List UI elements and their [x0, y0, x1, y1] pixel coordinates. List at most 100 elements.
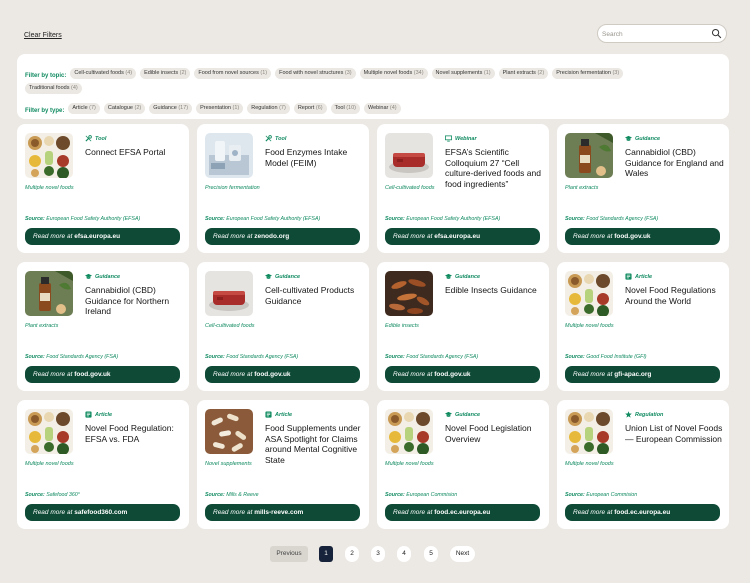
- topic-filter-chip[interactable]: Precision fermentation (3): [552, 68, 624, 79]
- search-icon[interactable]: [711, 28, 722, 39]
- card-title[interactable]: Novel Food Regulation: EFSA vs. FDA: [85, 423, 185, 444]
- card-title[interactable]: Edible Insects Guidance: [445, 285, 545, 296]
- card-topic: Cell-cultivated foods: [385, 185, 435, 191]
- card-type: Article: [625, 273, 652, 280]
- card-title[interactable]: Novel Food Legislation Overview: [445, 423, 545, 444]
- read-more-button[interactable]: Read more at gfi-apac.org: [565, 366, 720, 383]
- read-more-button[interactable]: Read more at food.gov.uk: [385, 366, 540, 383]
- read-more-domain: food.gov.uk: [614, 233, 651, 240]
- card-type-label: Guidance: [455, 411, 481, 418]
- chip-count: (17): [178, 105, 189, 111]
- card-type: Guidance: [265, 273, 300, 280]
- read-more-label: Read more at: [213, 233, 253, 240]
- page-1-button[interactable]: 1: [319, 546, 333, 562]
- card-topic: Multiple novel foods: [385, 461, 434, 467]
- type-filter-chip[interactable]: Webinar (4): [364, 103, 401, 114]
- chip-count: (7): [279, 105, 286, 111]
- type-filter-chip[interactable]: Guidance (17): [149, 103, 193, 114]
- read-more-button[interactable]: Read more at mills-reeve.com: [205, 504, 360, 521]
- card-thumbnail: [565, 271, 613, 316]
- read-more-button[interactable]: Read more at food.gov.uk: [565, 228, 720, 245]
- card-title[interactable]: Food Enzymes Intake Model (FEIM): [265, 147, 365, 168]
- article-icon: [625, 273, 632, 280]
- tool-icon: [265, 135, 272, 142]
- page-3-button[interactable]: 3: [371, 546, 385, 562]
- read-more-domain: food.ec.europa.eu: [614, 509, 671, 516]
- card-type-label: Guidance: [95, 273, 121, 280]
- type-filter-chip[interactable]: Report (6): [293, 103, 327, 114]
- read-more-button[interactable]: Read more at efsa.europa.eu: [385, 228, 540, 245]
- source-label: Source:: [205, 354, 225, 360]
- card-type-label: Webinar: [455, 135, 477, 142]
- card-title[interactable]: EFSA’s Scientific Colloquium 27 “Cell cu…: [445, 147, 545, 189]
- card-topic: Multiple novel foods: [565, 461, 614, 467]
- source-name: Mills & Reeve: [226, 492, 259, 498]
- type-filter-chip[interactable]: Article (7): [68, 103, 100, 114]
- source-label: Source:: [385, 216, 405, 222]
- tool-icon: [85, 135, 92, 142]
- cap-icon: [445, 273, 452, 280]
- card-type: Guidance: [85, 273, 120, 280]
- card-title[interactable]: Food Supplements under ASA Spotlight for…: [265, 423, 365, 465]
- card-topic: Plant extracts: [25, 323, 59, 329]
- card-title[interactable]: Novel Food Regulations Around the World: [625, 285, 725, 306]
- read-more-domain: zenodo.org: [254, 233, 290, 240]
- card-title[interactable]: Cell-cultivated Products Guidance: [265, 285, 365, 306]
- topic-filter-chip[interactable]: Traditional foods (4): [25, 83, 82, 94]
- chip-label: Novel supplements: [435, 70, 483, 76]
- chip-label: Report: [297, 105, 315, 111]
- card-title[interactable]: Connect EFSA Portal: [85, 147, 185, 158]
- card-type: Webinar: [445, 135, 477, 142]
- search-box[interactable]: [597, 24, 727, 43]
- type-filter-chip[interactable]: Tool (10): [330, 103, 360, 114]
- topic-filter-chip[interactable]: Edible insects (2): [140, 68, 191, 79]
- chip-label: Article: [72, 105, 88, 111]
- source-label: Source:: [565, 354, 585, 360]
- read-more-domain: gfi-apac.org: [614, 371, 652, 378]
- card-thumbnail: [205, 133, 253, 178]
- topic-filter-chip[interactable]: Novel supplements (1): [431, 68, 495, 79]
- source-label: Source:: [565, 216, 585, 222]
- read-more-button[interactable]: Read more at zenodo.org: [205, 228, 360, 245]
- card-topic: Plant extracts: [565, 185, 599, 191]
- resource-card: Article Food Supplements under ASA Spotli…: [197, 400, 369, 529]
- read-more-button[interactable]: Read more at food.ec.europa.eu: [385, 504, 540, 521]
- read-more-button[interactable]: Read more at food.gov.uk: [25, 366, 180, 383]
- card-title[interactable]: Cannabidiol (CBD) Guidance for Northern …: [85, 285, 185, 317]
- clear-filters-link[interactable]: Clear Filters: [24, 32, 62, 39]
- next-page-button[interactable]: Next: [450, 546, 475, 562]
- source-label: Source:: [385, 492, 405, 498]
- topic-filter-chip[interactable]: Cell-cultivated foods (4): [70, 68, 137, 79]
- type-filter-chip[interactable]: Presentation (1): [196, 103, 244, 114]
- source-name: European Food Safety Authority (EFSA): [46, 216, 141, 222]
- top-bar: Clear Filters: [0, 0, 750, 50]
- search-input[interactable]: [602, 29, 706, 39]
- read-more-button[interactable]: Read more at food.gov.uk: [205, 366, 360, 383]
- type-filter-chip[interactable]: Regulation (7): [247, 103, 290, 114]
- page-2-button[interactable]: 2: [345, 546, 359, 562]
- chip-count: (4): [125, 70, 133, 76]
- read-more-button[interactable]: Read more at safefood360.com: [25, 504, 180, 521]
- chip-label: Regulation: [251, 105, 278, 111]
- type-filter-chip[interactable]: Catalogue (2): [103, 103, 146, 114]
- card-thumbnail: [385, 409, 433, 454]
- resource-card: Regulation Union List of Novel Foods — Eu…: [557, 400, 729, 529]
- card-thumbnail: [385, 133, 433, 178]
- page-5-button[interactable]: 5: [424, 546, 438, 562]
- read-more-button[interactable]: Read more at food.ec.europa.eu: [565, 504, 720, 521]
- card-type: Guidance: [445, 273, 480, 280]
- read-more-button[interactable]: Read more at efsa.europa.eu: [25, 228, 180, 245]
- topic-filter-chip[interactable]: Food from novel sources (1): [194, 68, 272, 79]
- topic-filter-chip[interactable]: Plant extracts (2): [498, 68, 549, 79]
- topic-filter-chip[interactable]: Food with novel structures (3): [275, 68, 356, 79]
- topic-filter-chip[interactable]: Multiple novel foods (34): [359, 68, 428, 79]
- card-source: Source: European Food Safety Authority (…: [205, 216, 365, 222]
- read-more-label: Read more at: [33, 371, 73, 378]
- card-source: Source: Mills & Reeve: [205, 492, 365, 498]
- previous-page-button[interactable]: Previous: [270, 546, 308, 562]
- card-title[interactable]: Cannabidiol (CBD) Guidance for England a…: [625, 147, 725, 179]
- article-icon: [85, 411, 92, 418]
- card-source: Source: Food Standards Agency (FSA): [25, 354, 185, 360]
- page-4-button[interactable]: 4: [397, 546, 411, 562]
- card-title[interactable]: Union List of Novel Foods — European Com…: [625, 423, 725, 444]
